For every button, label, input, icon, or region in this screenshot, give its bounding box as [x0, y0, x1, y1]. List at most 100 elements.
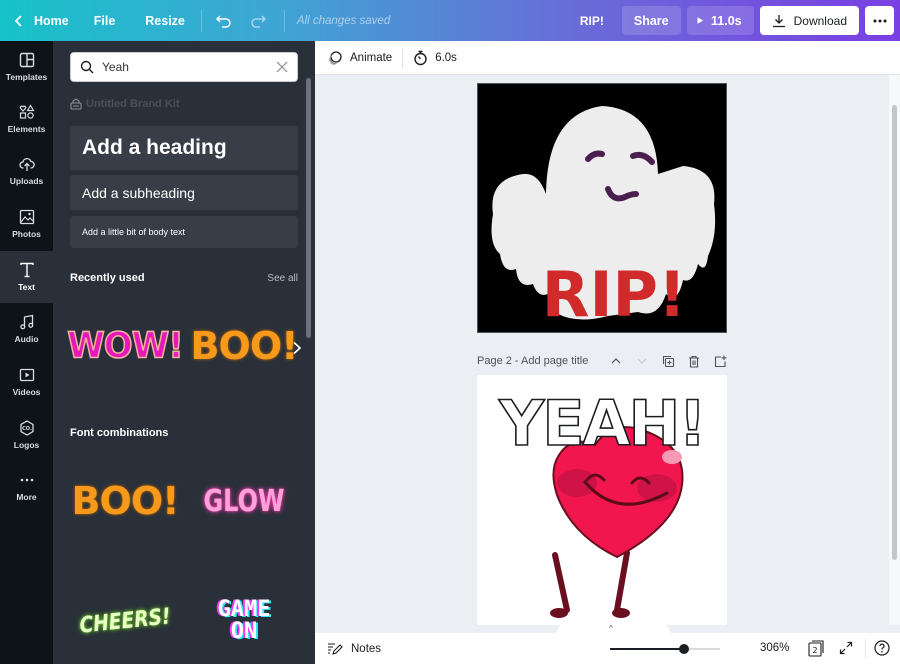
video-play-icon: [19, 368, 34, 382]
play-button[interactable]: 11.0s: [686, 6, 754, 35]
music-note-icon: [19, 314, 33, 330]
add-heading-button[interactable]: Add a heading: [70, 126, 298, 170]
nav-audio[interactable]: Audio: [0, 303, 53, 355]
logo-badge-icon: CO.: [19, 420, 34, 436]
nav-logos[interactable]: CO. Logos: [0, 409, 53, 461]
zoom-slider-handle[interactable]: [678, 644, 689, 654]
move-page-down-button[interactable]: [635, 354, 649, 368]
home-button[interactable]: Home: [0, 0, 69, 41]
redo-button[interactable]: [248, 11, 268, 31]
page-2-header: Page 2 - Add page title: [477, 353, 727, 369]
nav-elements[interactable]: Elements: [0, 93, 53, 145]
page-title-input[interactable]: Page 2 - Add page title: [477, 355, 597, 367]
file-menu-button[interactable]: File: [94, 0, 116, 41]
redo-icon: [251, 14, 266, 28]
search-box[interactable]: [70, 52, 298, 82]
recent-text-boo[interactable]: BOO!: [189, 316, 299, 376]
side-nav: Templates Elements Uploads Photos Text A…: [0, 41, 53, 664]
brand-kit[interactable]: Untitled Brand Kit: [70, 98, 180, 110]
download-button[interactable]: Download: [759, 6, 859, 35]
design-title[interactable]: RIP!: [580, 14, 604, 28]
nav-label: Elements: [7, 124, 46, 134]
nav-label: Logos: [13, 440, 40, 450]
undo-button[interactable]: [214, 11, 234, 31]
duplicate-page-button[interactable]: [661, 354, 675, 368]
chevron-down-icon: [637, 358, 647, 364]
templates-icon: [19, 52, 34, 68]
notes-button[interactable]: Notes: [327, 642, 381, 656]
more-dots-icon: [20, 478, 33, 482]
search-icon: [80, 60, 94, 74]
page-duration-button[interactable]: 6.0s: [413, 50, 457, 66]
chevron-up-icon: [611, 358, 621, 364]
delete-page-button[interactable]: [687, 354, 701, 368]
add-body-text-button[interactable]: Add a little bit of body text: [70, 216, 298, 248]
add-page-button[interactable]: [713, 354, 727, 368]
editor-toolbar: Animate 6.0s: [315, 41, 900, 75]
brand-kit-icon: [70, 98, 82, 110]
top-bar: Home File Resize All changes saved RIP! …: [0, 0, 900, 41]
chevron-left-icon: [14, 14, 22, 27]
elements-icon: [19, 104, 35, 119]
nav-photos[interactable]: Photos: [0, 198, 53, 250]
help-icon[interactable]: [874, 640, 890, 656]
nav-templates[interactable]: Templates: [0, 41, 53, 93]
heart-graphic: YEAH!: [497, 386, 708, 618]
trash-icon: [689, 355, 699, 368]
fullscreen-icon[interactable]: [839, 641, 853, 655]
combo-text-cheers[interactable]: CHEERS!: [75, 586, 174, 655]
panel-scrollbar[interactable]: [306, 78, 311, 338]
yeah-text: YEAH!: [498, 387, 704, 460]
nav-label: Audio: [14, 334, 39, 344]
notes-label: Notes: [351, 642, 382, 655]
resize-button[interactable]: Resize: [145, 0, 185, 41]
nav-text[interactable]: Text: [0, 251, 53, 303]
toolbar-divider: [402, 47, 404, 68]
stopwatch-icon: [414, 50, 427, 65]
animate-button[interactable]: Animate: [327, 50, 392, 66]
nav-label: Photos: [12, 229, 41, 239]
font-combinations-heading: Font combinations: [70, 427, 169, 439]
toolbar-divider: [283, 9, 285, 32]
play-duration: 11.0s: [711, 13, 742, 28]
add-subheading-button[interactable]: Add a subheading: [70, 175, 298, 210]
combo-line: GAME: [217, 597, 271, 622]
chevron-right-icon[interactable]: [290, 341, 304, 355]
download-label: Download: [793, 13, 847, 28]
nav-label: Templates: [5, 72, 48, 82]
search-input[interactable]: [102, 60, 276, 74]
page-2[interactable]: YEAH!: [477, 375, 727, 625]
more-dots-icon: [873, 19, 886, 22]
clear-search-icon[interactable]: [276, 61, 288, 73]
toolbar-divider: [200, 9, 202, 32]
page-count-button[interactable]: 2: [808, 640, 824, 657]
combo-text-boo[interactable]: BOO!: [70, 471, 180, 531]
zoom-percentage[interactable]: 306%: [760, 642, 789, 654]
combo-text-game-on[interactable]: GAME ON: [189, 591, 299, 651]
nav-label: More: [16, 492, 37, 502]
see-all-link[interactable]: See all: [267, 273, 298, 284]
notes-icon: [328, 642, 343, 655]
more-options-button[interactable]: [865, 6, 894, 35]
zoom-slider[interactable]: [610, 644, 720, 654]
nav-videos[interactable]: Videos: [0, 356, 53, 408]
scrollbar-thumb[interactable]: [892, 105, 897, 560]
move-page-up-button[interactable]: [609, 354, 623, 368]
canvas-scrollbar[interactable]: [889, 75, 900, 625]
page-1[interactable]: RIP!: [477, 83, 727, 333]
brand-kit-label: Untitled Brand Kit: [86, 98, 180, 110]
ghost-graphic: RIP!: [491, 106, 716, 331]
home-label: Home: [34, 13, 69, 28]
nav-label: Uploads: [9, 176, 44, 186]
nav-uploads[interactable]: Uploads: [0, 145, 53, 197]
bottom-bar: Notes 306% 2: [315, 633, 900, 664]
share-button[interactable]: Share: [621, 6, 681, 35]
page-duration: 6.0s: [435, 51, 457, 64]
recent-text-wow[interactable]: WOW!: [67, 315, 185, 378]
chevron-up-icon[interactable]: ^: [609, 624, 613, 633]
recently-used-heading: Recently used: [70, 272, 145, 284]
combo-text-glow[interactable]: GLOW: [200, 471, 288, 531]
nav-more[interactable]: More: [0, 461, 53, 513]
play-icon: [697, 17, 703, 24]
zoom-slider-fill: [610, 648, 684, 650]
